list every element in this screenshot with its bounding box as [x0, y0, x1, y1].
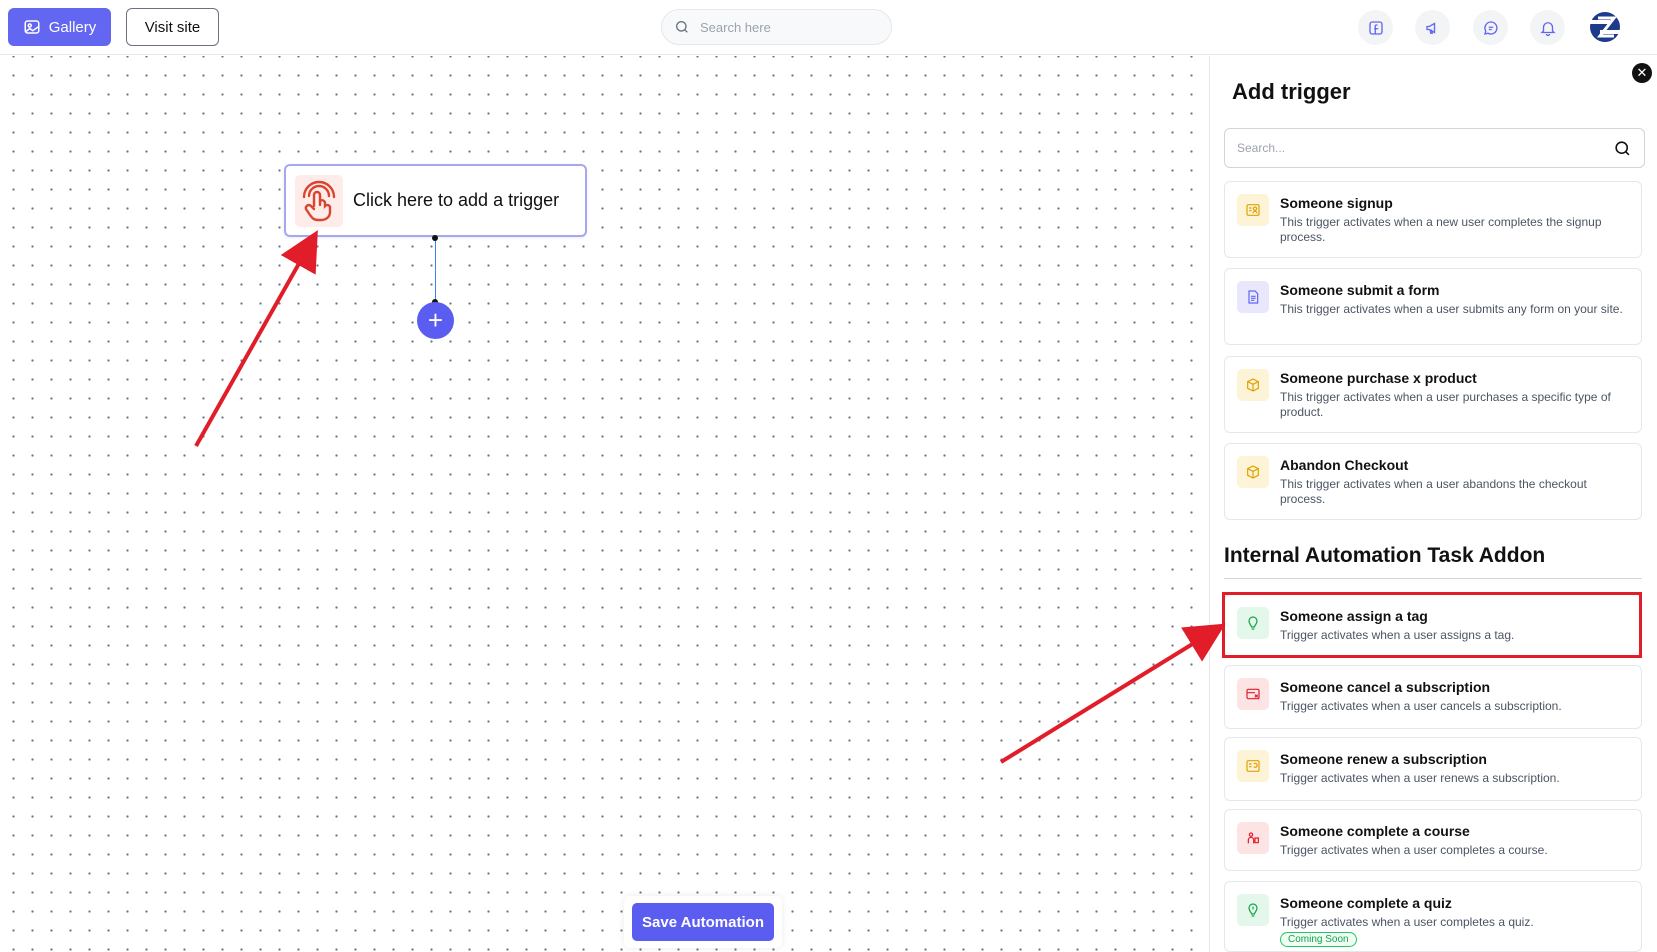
- trigger-option-title: Someone signup: [1280, 195, 1393, 211]
- course-icon: [1247, 832, 1259, 844]
- search-icon[interactable]: [1613, 139, 1632, 158]
- add-trigger-node[interactable]: Click here to add a trigger: [284, 164, 587, 237]
- trigger-option[interactable]: Someone cancel a subscription Trigger act…: [1224, 665, 1642, 729]
- top-bar: Gallery Visit site: [0, 0, 1657, 55]
- trigger-node-label: Click here to add a trigger: [353, 190, 560, 210]
- gallery-icon: [24, 20, 40, 34]
- trigger-option[interactable]: Someone renew a subscription Trigger acti…: [1224, 737, 1642, 801]
- trigger-option-title: Abandon Checkout: [1280, 457, 1409, 473]
- gallery-button[interactable]: Gallery: [8, 8, 111, 46]
- trigger-option-description: Trigger activates when a user assigns a …: [1280, 628, 1515, 642]
- trigger-option-description: This trigger activates when a user purch…: [1280, 390, 1611, 419]
- trigger-option-icon-box: [1237, 894, 1269, 926]
- close-panel-button[interactable]: ✕: [1632, 63, 1652, 83]
- chat-icon: [1483, 20, 1498, 35]
- trigger-option-description: Trigger activates when a user completes …: [1280, 843, 1548, 857]
- renew-card-icon: [1246, 760, 1260, 772]
- trigger-option-icon-box: [1237, 607, 1269, 639]
- facebook-icon-button[interactable]: [1358, 10, 1393, 45]
- trigger-option[interactable]: Someone complete a course Trigger activat…: [1224, 809, 1642, 871]
- user-avatar[interactable]: [1587, 9, 1623, 45]
- trigger-option[interactable]: Someone assign a tag Trigger activates wh…: [1224, 594, 1642, 658]
- bell-icon: [1539, 21, 1556, 36]
- search-icon: [676, 21, 688, 33]
- node-connector: [435, 237, 436, 302]
- bell-icon-button[interactable]: [1530, 10, 1565, 45]
- top-search-box: [661, 9, 892, 45]
- tag-icon: [1248, 616, 1258, 630]
- trigger-option[interactable]: Abandon Checkout This trigger activates w…: [1224, 443, 1642, 520]
- gallery-label: Gallery: [48, 18, 97, 36]
- panel-title: Add trigger: [1232, 79, 1351, 104]
- brand-logo-icon: [1588, 12, 1622, 42]
- add-step-button[interactable]: +: [417, 302, 454, 339]
- trigger-search-input[interactable]: [1237, 141, 1597, 155]
- trigger-option[interactable]: Someone signup This trigger activates whe…: [1224, 181, 1642, 258]
- trigger-option-icon-box: [1237, 678, 1269, 710]
- top-search-input[interactable]: [700, 19, 880, 35]
- trigger-option-icon-box: [1237, 750, 1269, 782]
- facebook-icon: [1368, 20, 1383, 35]
- trigger-option-title: Someone assign a tag: [1280, 608, 1428, 624]
- trigger-option-description: This trigger activates when a user submi…: [1280, 302, 1623, 316]
- save-automation-button[interactable]: Save Automation: [632, 903, 774, 941]
- trigger-option-description: Trigger activates when a user completes …: [1280, 915, 1534, 929]
- trigger-option-title: Someone cancel a subscription: [1280, 679, 1491, 695]
- trigger-option-icon-box: [1237, 456, 1269, 488]
- section-divider: [1224, 578, 1642, 579]
- megaphone-icon-button[interactable]: [1415, 10, 1450, 45]
- trigger-option-description: Trigger activates when a user cancels a …: [1280, 699, 1562, 713]
- trigger-option-icon-box: [1237, 369, 1269, 401]
- trigger-option-title: Someone purchase x product: [1280, 370, 1477, 386]
- trigger-option-icon-box: [1237, 822, 1269, 854]
- trigger-option-description: This trigger activates when a user aband…: [1280, 477, 1587, 506]
- workflow-canvas[interactable]: [0, 56, 1209, 952]
- coming-soon-badge: Coming Soon: [1280, 932, 1357, 947]
- trigger-option-icon-box: [1237, 281, 1269, 313]
- trigger-option[interactable]: Someone complete a quiz Trigger activates…: [1224, 881, 1642, 952]
- trigger-option-description: Trigger activates when a user renews a s…: [1280, 771, 1560, 785]
- addon-section-title: Internal Automation Task Addon: [1224, 544, 1546, 567]
- connector-dot-top: [432, 235, 438, 241]
- quiz-icon: [1248, 903, 1258, 917]
- visit-site-button[interactable]: Visit site: [126, 8, 219, 46]
- megaphone-icon: [1425, 21, 1435, 34]
- tap-hand-icon: [302, 180, 336, 221]
- panel-search-box: [1224, 128, 1645, 168]
- trigger-option[interactable]: Someone submit a form This trigger activa…: [1224, 268, 1642, 345]
- box-icon: [1247, 378, 1259, 392]
- trigger-node-icon-box: [295, 174, 343, 227]
- trigger-option-title: Someone submit a form: [1280, 282, 1440, 298]
- trigger-option-title: Someone complete a quiz: [1280, 895, 1452, 911]
- trigger-option-title: Someone complete a course: [1280, 823, 1470, 839]
- trigger-option-description: This trigger activates when a new user c…: [1280, 215, 1602, 244]
- document-icon: [1248, 290, 1259, 304]
- trigger-option-icon-box: [1237, 194, 1269, 226]
- user-card-icon: [1246, 204, 1260, 216]
- visit-site-label: Visit site: [144, 18, 201, 36]
- chat-icon-button[interactable]: [1473, 10, 1508, 45]
- cancel-card-icon: [1246, 688, 1260, 700]
- trigger-option[interactable]: Someone purchase x product This trigger a…: [1224, 356, 1642, 433]
- trigger-option-title: Someone renew a subscription: [1280, 751, 1487, 767]
- box-icon: [1247, 465, 1259, 479]
